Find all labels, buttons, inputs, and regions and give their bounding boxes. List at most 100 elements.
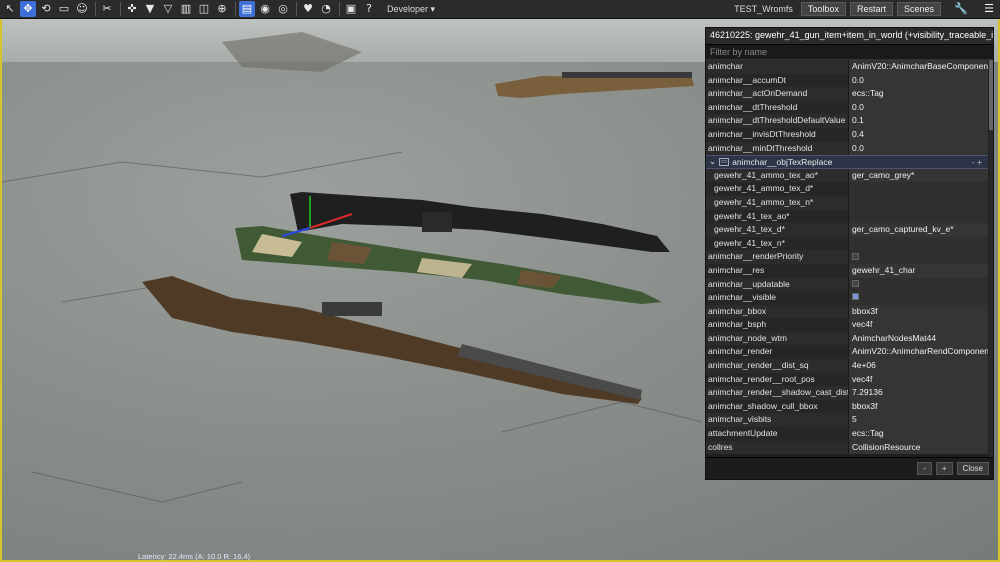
property-row[interactable]: gewehr_41_ammo_tex_n* — [706, 195, 988, 210]
property-value[interactable] — [848, 291, 988, 305]
property-key: animchar — [706, 60, 848, 74]
select-arrow-icon[interactable]: ↖ — [2, 1, 18, 17]
scenes-button[interactable]: Scenes — [896, 2, 941, 16]
property-row[interactable]: animchar__updatable — [706, 277, 988, 292]
property-value[interactable]: bbox3f — [848, 399, 988, 414]
move-tool-icon[interactable]: ✥ — [20, 1, 36, 17]
heart-icon[interactable]: ♥ — [300, 1, 316, 17]
eye-hidden-icon[interactable]: ◎ — [275, 1, 291, 17]
eye-icon[interactable]: ◉ — [257, 1, 273, 17]
property-value[interactable]: 5 — [848, 413, 988, 428]
property-value[interactable]: ger_camo_grey* — [848, 168, 988, 183]
cut-icon[interactable]: ✂ — [99, 1, 115, 17]
property-value[interactable]: AnimcharNodesMat44 — [848, 331, 988, 346]
property-row[interactable]: animchar_render__root_pos vec4f — [706, 372, 988, 387]
filter-input[interactable] — [706, 45, 993, 60]
target-icon[interactable]: ⊕ — [214, 1, 230, 17]
help-icon[interactable]: ? — [361, 1, 377, 17]
property-value[interactable]: 0.0 — [848, 73, 988, 88]
wrench-icon[interactable]: 🔧 — [953, 2, 969, 16]
property-value[interactable] — [848, 277, 988, 292]
drop-icon[interactable]: ▼ — [142, 1, 158, 17]
property-value[interactable]: AnimV20::AnimcharBaseComponent — [848, 60, 988, 74]
property-row[interactable]: animchar_bsph vec4f — [706, 318, 988, 332]
property-row[interactable]: gewehr_41_tex_ao* — [706, 209, 988, 224]
property-row[interactable]: collres CollisionResource — [706, 440, 988, 455]
restart-button[interactable]: Restart — [849, 2, 893, 16]
property-row[interactable]: animchar__accumDt 0.0 — [706, 73, 988, 88]
property-row[interactable]: animchar__dtThreshold 0.0 — [706, 100, 988, 115]
rotate-tool-icon[interactable]: ⟲ — [38, 1, 54, 17]
property-row[interactable]: gewehr_41_tex_n* — [706, 236, 988, 251]
chevron-down-icon[interactable]: ⌄ — [709, 156, 716, 167]
scrollbar-thumb[interactable] — [989, 60, 993, 130]
remove-button[interactable]: - — [917, 462, 932, 475]
property-value[interactable] — [848, 209, 988, 224]
property-value[interactable]: 0.4 — [848, 127, 988, 142]
property-row[interactable]: animchar_render AnimV20::AnimcharRendComp… — [706, 345, 988, 360]
property-value[interactable] — [848, 182, 988, 196]
drop-normal-icon[interactable]: ▽ — [160, 1, 176, 17]
property-row[interactable]: animchar__dtThresholdDefaultValue 0.1 — [706, 114, 988, 128]
property-row[interactable]: animchar_render__shadow_cast_dist 7.29136 — [706, 386, 988, 400]
property-key: animchar__invisDtThreshold — [706, 127, 848, 142]
property-value[interactable]: vec4f — [848, 372, 988, 387]
grid-icon[interactable]: ▥ — [178, 1, 194, 17]
property-row[interactable]: gewehr_41_tex_d* ger_camo_captured_kv_e* — [706, 223, 988, 237]
property-value[interactable]: ecs::Tag — [848, 87, 988, 101]
property-row[interactable]: animchar_visbits 5 — [706, 413, 988, 428]
timer-icon[interactable]: ◔ — [318, 1, 334, 17]
menu-icon[interactable]: ☰ — [981, 2, 997, 16]
property-row[interactable]: attachmentUpdate ecs::Tag — [706, 427, 988, 441]
property-row[interactable]: animchar__renderPriority — [706, 250, 988, 264]
property-value[interactable]: 4e+06 — [848, 359, 988, 373]
snap-move-icon[interactable]: ✜ — [124, 1, 140, 17]
split-icon[interactable]: ◫ — [196, 1, 212, 17]
property-row[interactable]: animchar_shadow_cull_bbox bbox3f — [706, 399, 988, 414]
property-row[interactable]: animchar__res gewehr_41_char — [706, 263, 988, 278]
property-value[interactable]: CollisionResource — [848, 440, 988, 455]
toolbox-button[interactable]: Toolbox — [800, 2, 846, 16]
add-button[interactable]: + — [935, 462, 953, 475]
property-row[interactable]: animchar_bbox bbox3f — [706, 304, 988, 319]
property-value[interactable]: vec4f — [848, 318, 988, 332]
property-key: animchar_node_wtm — [706, 331, 848, 346]
property-row[interactable]: gewehr_41_ammo_tex_d* — [706, 182, 988, 196]
close-button[interactable]: Close — [956, 462, 989, 475]
property-value[interactable] — [848, 195, 988, 210]
scale-tool-icon[interactable]: ▭ — [56, 1, 72, 17]
property-value[interactable]: ecs::Tag — [848, 427, 988, 441]
document-icon[interactable]: ▤ — [239, 1, 255, 17]
property-key: attachmentUpdate — [706, 427, 848, 441]
property-row[interactable]: animchar_node_wtm AnimcharNodesMat44 — [706, 331, 988, 346]
face-icon[interactable]: ☺ — [74, 1, 90, 17]
property-value[interactable]: AnimV20::AnimcharRendComponent — [848, 345, 988, 360]
mode-dropdown[interactable]: Developer ▾ — [387, 4, 435, 15]
property-row[interactable]: animchar__actOnDemand ecs::Tag — [706, 87, 988, 101]
property-row[interactable]: animchar__invisDtThreshold 0.4 — [706, 127, 988, 142]
property-checkbox[interactable] — [852, 279, 859, 287]
property-value[interactable]: 0.0 — [848, 100, 988, 115]
group-controls[interactable]: - + — [972, 157, 982, 167]
property-row[interactable]: animchar AnimV20::AnimcharBaseComponent — [706, 60, 988, 74]
property-scrollbar[interactable] — [989, 60, 993, 457]
property-row[interactable]: animchar__minDtThreshold 0.0 — [706, 141, 988, 156]
property-checkbox[interactable] — [852, 293, 859, 301]
property-key: animchar_visbits — [706, 413, 848, 428]
property-row[interactable]: animchar__visible — [706, 291, 988, 305]
property-key: animchar__res — [706, 263, 848, 278]
property-row[interactable]: gewehr_41_ammo_tex_ao* ger_camo_grey* — [706, 168, 988, 183]
property-value[interactable]: ger_camo_captured_kv_e* — [848, 223, 988, 237]
property-checkbox[interactable] — [852, 252, 859, 260]
property-value[interactable]: 0.1 — [848, 114, 988, 128]
property-list: animchar AnimV20::AnimcharBaseComponent an… — [706, 60, 988, 457]
save-icon[interactable]: ▣ — [343, 1, 359, 17]
property-value[interactable] — [848, 250, 988, 264]
property-value[interactable]: 7.29136 — [848, 386, 988, 400]
property-row[interactable]: animchar_render__dist_sq 4e+06 — [706, 359, 988, 373]
property-value[interactable]: gewehr_41_char — [848, 263, 988, 278]
property-value[interactable]: 0.0 — [848, 141, 988, 156]
property-value[interactable]: bbox3f — [848, 304, 988, 319]
group-header-objTexReplace[interactable]: ⌄ ▭ animchar__objTexReplace - + — [706, 155, 988, 169]
property-value[interactable] — [848, 236, 988, 251]
